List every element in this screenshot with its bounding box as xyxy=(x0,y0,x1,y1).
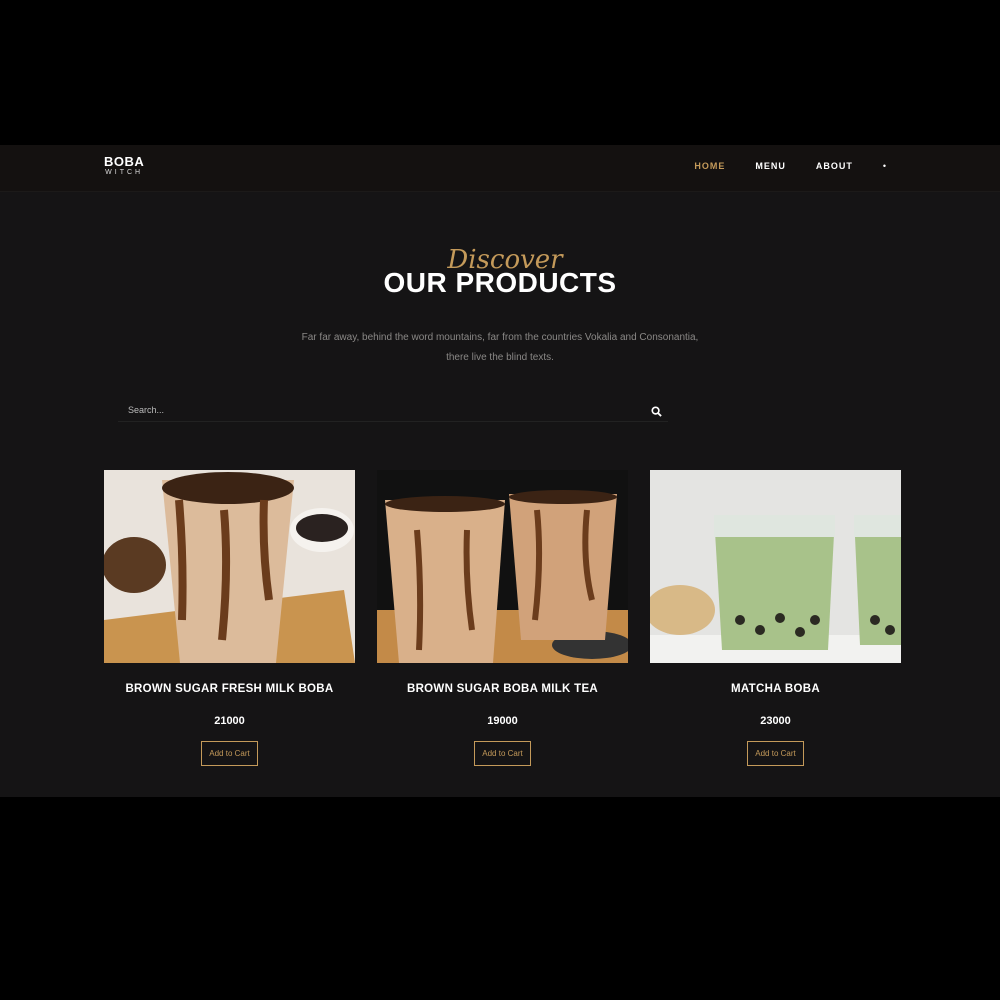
product-name: BROWN SUGAR FRESH MILK BOBA xyxy=(125,683,334,695)
product-price: 23000 xyxy=(760,715,791,727)
product-name: MATCHA BOBA xyxy=(731,683,820,695)
nav-home[interactable]: HOME xyxy=(694,161,725,171)
logo[interactable]: BOBA WITCH xyxy=(104,154,144,176)
product-price: 19000 xyxy=(487,715,518,727)
logo-line1: BOBA xyxy=(104,154,145,169)
add-to-cart-button[interactable]: Add to Cart xyxy=(474,741,531,766)
nav-menu-link[interactable]: MENU xyxy=(755,161,786,171)
product-image[interactable] xyxy=(377,470,628,663)
product-list: BROWN SUGAR FRESH MILK BOBA 21000 Add to… xyxy=(104,470,901,766)
product-card: BROWN SUGAR BOBA MILK TEA 19000 Add to C… xyxy=(377,470,628,766)
product-card: BROWN SUGAR FRESH MILK BOBA 21000 Add to… xyxy=(104,470,355,766)
product-price: 21000 xyxy=(214,715,245,727)
logo-line2: WITCH xyxy=(105,169,144,176)
search-bar xyxy=(118,400,668,422)
product-image[interactable] xyxy=(650,470,901,663)
navbar: BOBA WITCH HOME MENU ABOUT • xyxy=(0,145,1000,192)
search-icon[interactable] xyxy=(651,404,662,422)
hero-description: Far far away, behind the word mountains,… xyxy=(301,332,699,363)
search-input[interactable] xyxy=(118,400,618,420)
page-title: OUR PRODUCTS xyxy=(383,267,617,298)
add-to-cart-button[interactable]: Add to Cart xyxy=(747,741,804,766)
add-to-cart-button[interactable]: Add to Cart xyxy=(201,741,258,766)
cart-icon[interactable]: • xyxy=(883,161,886,171)
product-card: MATCHA BOBA 23000 Add to Cart xyxy=(650,470,901,766)
product-image[interactable] xyxy=(104,470,355,663)
page: BOBA WITCH HOME MENU ABOUT • Discover OU… xyxy=(0,145,1000,797)
nav-about[interactable]: ABOUT xyxy=(816,161,853,171)
product-name: BROWN SUGAR BOBA MILK TEA xyxy=(406,683,599,695)
nav-menu: HOME MENU ABOUT • xyxy=(694,161,886,171)
